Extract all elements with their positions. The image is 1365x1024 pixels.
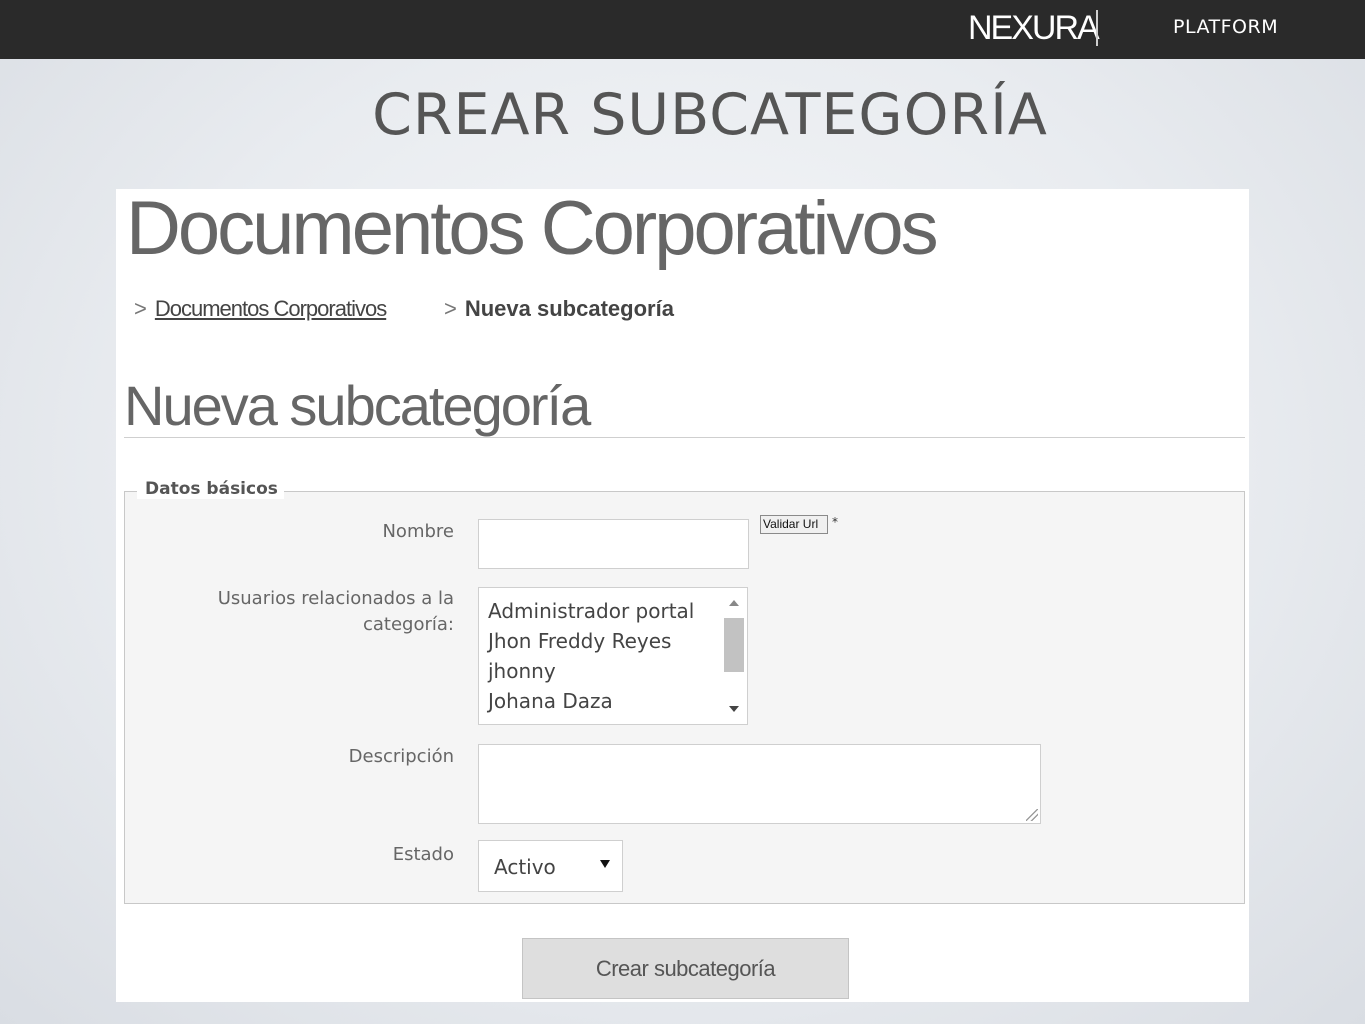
platform-label: PLATFORM (1173, 16, 1279, 38)
logo-divider (1096, 10, 1098, 46)
list-item[interactable]: Johana Daza (488, 689, 613, 713)
resize-grip-icon[interactable] (1026, 809, 1038, 821)
usuarios-listbox[interactable]: Administrador portal Jhon Freddy Reyes j… (478, 587, 748, 725)
breadcrumb-current: Nueva subcategoría (464, 296, 674, 321)
chevron-right-icon: > (444, 296, 457, 321)
validar-url-button[interactable]: Validar Url (760, 515, 828, 534)
divider (124, 437, 1245, 438)
crear-subcategoria-button[interactable]: Crear subcategoría (522, 938, 849, 999)
chevron-right-icon: > (134, 296, 147, 321)
caret-down-icon (600, 860, 610, 868)
nombre-input[interactable] (478, 519, 749, 569)
usuarios-label: Usuarios relacionados a la categoría: (218, 586, 454, 638)
breadcrumb-item-current: > Nueva subcategoría (444, 296, 674, 322)
estado-selected-value: Activo (494, 855, 556, 879)
descripcion-label: Descripción (348, 746, 454, 767)
list-item[interactable]: Jhon Freddy Reyes (488, 629, 671, 653)
app-screenshot: Documentos Corporativos > Documentos Corp… (116, 186, 1249, 1002)
usuarios-label-line2: categoría: (363, 614, 454, 635)
required-mark: * (832, 515, 838, 529)
list-item[interactable]: Administrador portal (488, 599, 694, 623)
slide-title: CREAR SUBCATEGORÍA (372, 82, 1048, 148)
breadcrumb-item-documentos[interactable]: > Documentos Corporativos (134, 296, 387, 322)
descripcion-textarea[interactable] (478, 744, 1041, 824)
list-item[interactable]: jhonny (488, 659, 556, 683)
scroll-up-icon[interactable] (729, 600, 739, 606)
nexura-logo: NEXURA (968, 9, 1100, 47)
scroll-thumb[interactable] (724, 618, 744, 672)
estado-select[interactable]: Activo (478, 840, 623, 892)
fieldset-legend: Datos básicos (137, 479, 284, 499)
scroll-down-icon[interactable] (729, 706, 739, 712)
listbox-scrollbar[interactable] (721, 592, 744, 720)
top-bar: NEXURA PLATFORM (0, 0, 1365, 59)
breadcrumb-link[interactable]: Documentos Corporativos (155, 296, 387, 321)
estado-label: Estado (392, 844, 454, 865)
nombre-label: Nombre (382, 521, 454, 542)
section-title: Nueva subcategoría (124, 374, 591, 437)
page-title: Documentos Corporativos (126, 186, 939, 271)
usuarios-label-line1: Usuarios relacionados a la (217, 588, 454, 609)
